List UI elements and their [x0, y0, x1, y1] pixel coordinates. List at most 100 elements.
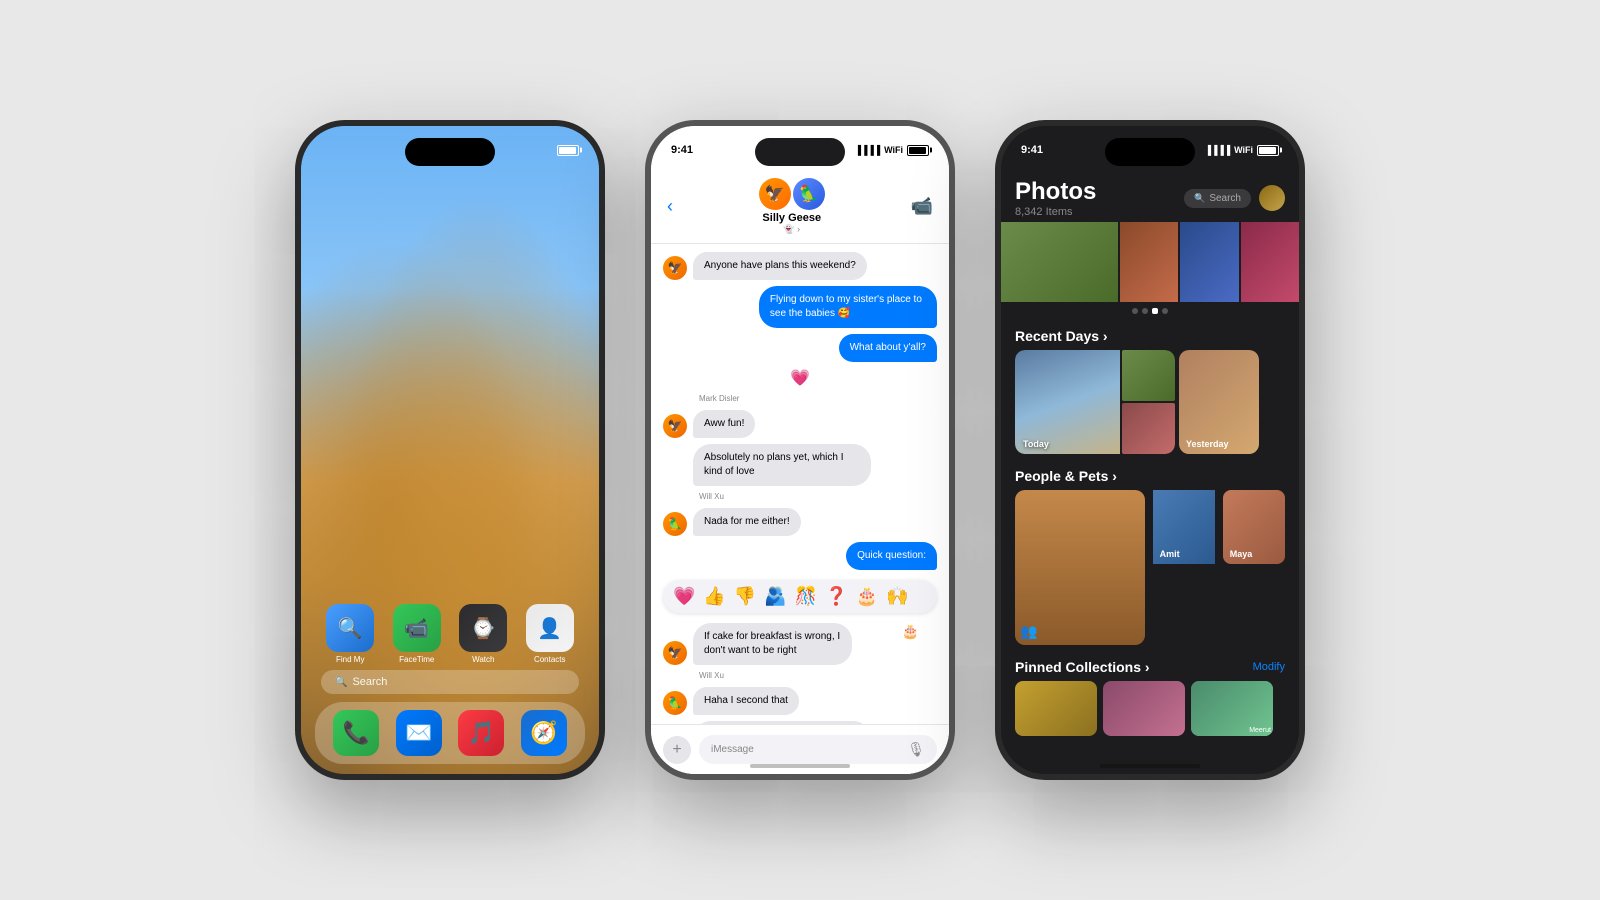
battery-3 [1257, 145, 1279, 156]
video-call-button[interactable]: 📹 [911, 196, 933, 217]
tapback-thumbsup[interactable]: 👍 [703, 586, 725, 607]
msg-3: What about y'all? [663, 334, 937, 362]
search-bar[interactable]: 🔍 Search [321, 670, 579, 694]
contacts-icon: 👤 [526, 604, 574, 652]
facetime-label: FaceTime [399, 655, 434, 664]
msg-bubble-7: Quick question: [846, 542, 937, 570]
time-3: 9:41 [1021, 144, 1043, 156]
tapback-heart[interactable]: 💗 [673, 586, 695, 607]
phone-1-screen: 9:41 ▐▐▐▐ WiFi MONDAY 10 Site visit 10:1… [301, 126, 599, 774]
people-pets-header: People & Pets › [1001, 460, 1299, 490]
phone-3-screen: 9:41 ▐▐▐▐ WiFi Photos 8,342 Items 🔍 Sear… [1001, 126, 1299, 774]
pinned-card-2[interactable] [1103, 681, 1185, 736]
modify-link[interactable]: Modify [1253, 661, 1285, 673]
app-watch[interactable]: ⌚ Watch [459, 604, 507, 664]
findmy-label: Find My [336, 655, 364, 664]
photos-count: 8,342 Items [1015, 206, 1096, 218]
app-facetime[interactable]: 📹 FaceTime [393, 604, 441, 664]
person-card-maya[interactable]: Maya [1223, 490, 1285, 564]
yesterday-card[interactable]: Yesterday [1179, 350, 1259, 454]
mic-icon[interactable]: 🎙 [907, 741, 925, 758]
dock-music[interactable]: 🎵 [458, 710, 504, 756]
facetime-icon: 📹 [393, 604, 441, 652]
messages-header: ‹ 🦅 🦜 Silly Geese 👻 › 📹 [651, 170, 949, 244]
add-attachment-button[interactable]: + [663, 736, 691, 764]
back-button[interactable]: ‹ [667, 196, 673, 217]
dock-mail[interactable]: ✉️ [396, 710, 442, 756]
dynamic-island-2 [755, 138, 845, 166]
contact-sub: 👻 › [783, 224, 800, 235]
pinned-header: Pinned Collections › Modify [1001, 651, 1299, 681]
hero-img-2 [1120, 222, 1178, 302]
recent-days-header: Recent Days › [1001, 320, 1299, 350]
tapback-celebrate[interactable]: 🎊 [795, 586, 817, 607]
msg-7: Quick question: [663, 542, 937, 570]
heart-reaction: 💗 [663, 368, 937, 388]
people-grid: 👥 Amit Maya [1001, 490, 1299, 645]
pinned-card-3[interactable]: Meerut [1191, 681, 1273, 736]
person-card-large[interactable]: 👥 [1015, 490, 1145, 645]
messages-body: 🦅 Anyone have plans this weekend? Flying… [651, 244, 949, 772]
app-dock-area: 🔍 Find My 📹 FaceTime ⌚ Watch 👤 Contacts [301, 604, 599, 774]
amit-label: Amit [1160, 549, 1180, 559]
status-icons-3: ▐▐▐▐ WiFi [1205, 145, 1279, 156]
app-findmy[interactable]: 🔍 Find My [326, 604, 374, 664]
signal-3: ▐▐▐▐ [1205, 145, 1231, 155]
recent-days-grid: Today Yesterday [1001, 350, 1299, 454]
dot-1 [1132, 308, 1138, 314]
dock-safari[interactable]: 🧭 [521, 710, 567, 756]
people-pets-title: People & Pets › [1015, 468, 1117, 484]
home-indicator-2 [750, 764, 850, 768]
msg-bubble-3: What about y'all? [839, 334, 937, 362]
status-icons-2: ▐▐▐▐ WiFi [855, 145, 929, 156]
map-label: Meerut [1249, 727, 1271, 734]
search-text: Search [352, 676, 387, 688]
today-card[interactable]: Today [1015, 350, 1175, 454]
msg-5: Absolutely no plans yet, which I kind of… [663, 444, 937, 486]
today-img-small-2 [1122, 403, 1175, 454]
yesterday-label: Yesterday [1186, 439, 1229, 449]
msg-avatar-2: 🦅 [663, 414, 687, 438]
hero-img-3 [1180, 222, 1238, 302]
search-button[interactable]: 🔍 Search [1184, 189, 1251, 208]
msg-6: 🦜 Nada for me either! [663, 508, 937, 536]
tapback-cake[interactable]: 🎂 [856, 586, 878, 607]
signal-2: ▐▐▐▐ [855, 145, 881, 155]
contact-name: Silly Geese [762, 212, 821, 224]
battery-icon [557, 145, 579, 156]
pinned-card-1[interactable] [1015, 681, 1097, 736]
watch-label: Watch [472, 655, 494, 664]
phone-1: 9:41 ▐▐▐▐ WiFi MONDAY 10 Site visit 10:1… [295, 120, 605, 780]
wifi-3: WiFi [1234, 145, 1253, 155]
msg-avatar-5: 🦜 [663, 691, 687, 715]
message-input-field[interactable]: iMessage 🎙 [699, 735, 937, 764]
app-contacts[interactable]: 👤 Contacts [526, 604, 574, 664]
msg-bubble-5: Absolutely no plans yet, which I kind of… [693, 444, 871, 486]
tapback-hug[interactable]: 🫂 [764, 586, 786, 607]
dock-bar: 📞 ✉️ 🎵 🧭 [315, 702, 585, 764]
find-my-icon: 🔍 [326, 604, 374, 652]
cake-reaction: 🎂 [902, 623, 919, 640]
home-indicator-3 [1100, 764, 1200, 768]
recent-days-title: Recent Days › [1015, 328, 1108, 344]
contacts-label: Contacts [534, 655, 566, 664]
today-label: Today [1023, 439, 1049, 449]
msg-bubble-9: Haha I second that [693, 687, 799, 715]
phone-2: 9:41 ▐▐▐▐ WiFi ‹ 🦅 🦜 Silly Geese 👻 › 📹 [645, 120, 955, 780]
msg-bubble-6: Nada for me either! [693, 508, 801, 536]
tapback-thumbsdown[interactable]: 👎 [734, 586, 756, 607]
profile-avatar[interactable] [1259, 185, 1285, 211]
tapback-question[interactable]: ❓ [825, 586, 847, 607]
sender-label-2: Will Xu [663, 492, 937, 501]
tapback-hands[interactable]: 🙌 [886, 586, 908, 607]
hero-img-4 [1241, 222, 1299, 302]
battery-2 [907, 145, 929, 156]
dock-phone[interactable]: 📞 [333, 710, 379, 756]
person-card-amit[interactable]: Amit [1153, 490, 1215, 564]
dot-3 [1152, 308, 1158, 314]
msg-4: 🦅 Aww fun! [663, 410, 937, 438]
msg-8: 🦅 If cake for breakfast is wrong, I don'… [663, 623, 937, 665]
imessage-placeholder: iMessage [711, 744, 754, 755]
phone-2-screen: 9:41 ▐▐▐▐ WiFi ‹ 🦅 🦜 Silly Geese 👻 › 📹 [651, 126, 949, 774]
search-bar-icon: 🔍 [335, 677, 347, 688]
